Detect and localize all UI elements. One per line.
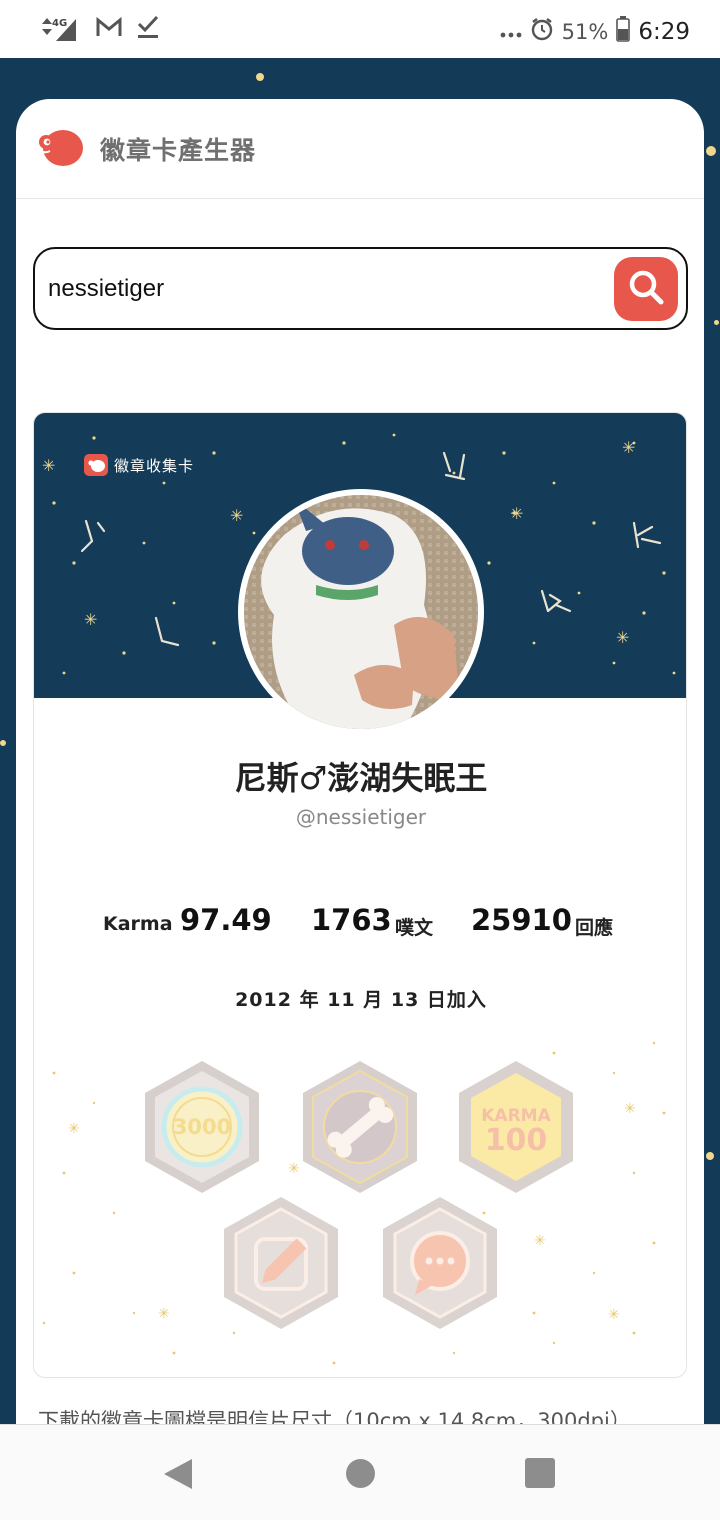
recents-button[interactable]	[525, 1458, 555, 1488]
backdrop-star	[256, 73, 264, 81]
gmail-icon	[96, 16, 122, 42]
back-icon	[164, 1459, 192, 1489]
backdrop-star	[0, 740, 6, 746]
backdrop-star	[706, 146, 716, 156]
check-icon	[136, 14, 160, 44]
user-handle: @nessietiger	[295, 805, 427, 829]
card-brand: 徽章收集卡	[84, 454, 194, 476]
svg-text:✳: ✳	[534, 1233, 546, 1249]
backdrop-star	[706, 1152, 714, 1160]
home-button[interactable]	[346, 1459, 375, 1488]
more-icon	[500, 20, 522, 45]
svg-text:3000: 3000	[173, 1115, 231, 1139]
plurk-logo-icon	[36, 126, 84, 172]
svg-text:✳: ✳	[510, 504, 523, 523]
plurk-badge-logo-icon	[84, 454, 108, 476]
joined-date: 2012 年 11 月 13 日加入	[235, 989, 487, 1011]
svg-text:✳: ✳	[616, 628, 629, 647]
search-box[interactable]: nessietiger	[33, 247, 688, 330]
karma-100-badge: KARMA 100	[455, 1059, 577, 1195]
status-bar: 4G 51% 6:29	[0, 0, 720, 58]
main-sheet: 徽章卡產生器 nessietiger ✳ ✳ ✳ ✳ ✳ ✳ 徽章收集卡 尼斯♂…	[16, 99, 704, 1429]
user-nickname: 尼斯♂澎湖失眠王	[234, 759, 488, 797]
bone-badge	[299, 1059, 421, 1195]
alarm-icon	[530, 17, 554, 47]
svg-text:✳: ✳	[158, 1306, 170, 1322]
system-nav-bar	[0, 1424, 720, 1520]
svg-text:✳: ✳	[622, 438, 635, 457]
chat-badge	[379, 1195, 501, 1331]
svg-text:4G: 4G	[52, 18, 67, 29]
karma-value: 97.49	[180, 903, 272, 937]
svg-text:✳: ✳	[624, 1101, 636, 1117]
battery-percent: 51%	[561, 20, 609, 44]
posts-value: 1763	[311, 903, 392, 937]
back-button[interactable]	[162, 1457, 194, 1495]
badge-grid: ✳ ✳ ✳ ✳ ✳ ✳ 3000 KARMA 100	[34, 1013, 686, 1377]
responses-value: 25910	[471, 903, 572, 937]
search-button[interactable]	[614, 257, 678, 321]
app-bar: 徽章卡產生器	[16, 99, 704, 199]
pencil-badge	[220, 1195, 342, 1331]
posts-label: 噗文	[395, 917, 434, 939]
battery-icon	[616, 16, 631, 48]
clock: 6:29	[638, 19, 690, 45]
signal-icon: 4G	[38, 15, 82, 43]
svg-text:✳: ✳	[84, 610, 97, 629]
badge-card: ✳ ✳ ✳ ✳ ✳ ✳ 徽章收集卡 尼斯♂澎湖失眠王 @nessietiger …	[33, 412, 687, 1378]
avatar	[238, 489, 484, 735]
svg-text:✳: ✳	[230, 506, 243, 525]
3000-badge: 3000	[141, 1059, 263, 1195]
responses-label: 回應	[575, 917, 614, 939]
backdrop-star	[714, 320, 719, 325]
svg-text:✳: ✳	[42, 456, 55, 475]
svg-text:100: 100	[485, 1123, 548, 1158]
app-title: 徽章卡產生器	[100, 135, 257, 165]
card-brand-label: 徽章收集卡	[114, 456, 195, 475]
svg-text:✳: ✳	[288, 1161, 300, 1177]
svg-text:✳: ✳	[68, 1121, 80, 1137]
svg-text:✳: ✳	[608, 1307, 620, 1323]
search-icon	[626, 267, 666, 311]
karma-label: Karma	[103, 913, 173, 935]
avatar-photo	[244, 495, 478, 729]
search-input[interactable]: nessietiger	[48, 275, 164, 303]
